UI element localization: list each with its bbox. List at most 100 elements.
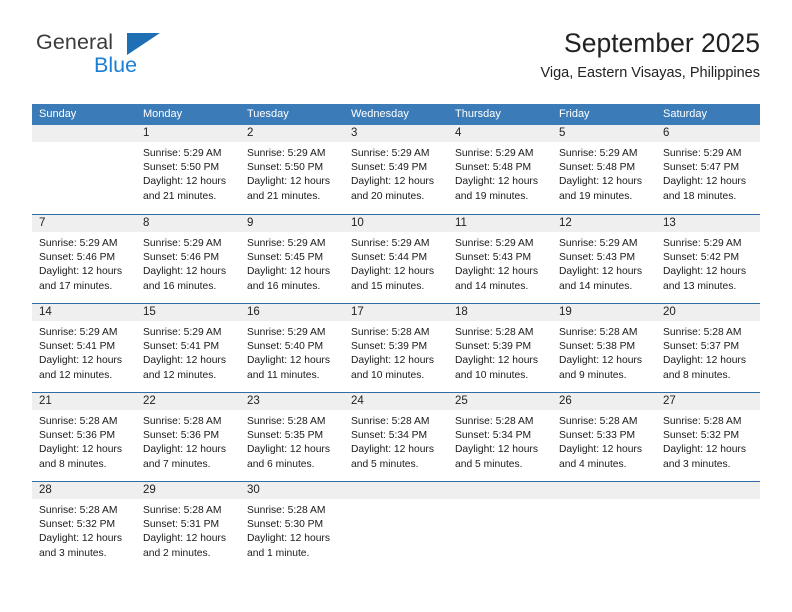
day-cell[interactable]: 11 Sunrise: 5:29 AM Sunset: 5:43 PM Dayligh…	[448, 215, 552, 303]
day-cell[interactable]: 4 Sunrise: 5:29 AM Sunset: 5:48 PM Daylight…	[448, 125, 552, 214]
day-details: Sunrise: 5:28 AM Sunset: 5:33 PM Daylight:…	[552, 410, 656, 472]
daylight-text-line1: Daylight: 12 hours	[247, 176, 330, 188]
day-details: Sunrise: 5:29 AM Sunset: 5:49 PM Daylight:…	[344, 142, 448, 204]
day-cell[interactable]: 29 Sunrise: 5:28 AM Sunset: 5:31 PM Dayligh…	[136, 482, 240, 570]
daylight-text-line1: Daylight: 12 hours	[559, 176, 642, 188]
daylight-text-line2: and 8 minutes.	[39, 458, 107, 470]
day-details: Sunrise: 5:29 AM Sunset: 5:46 PM Daylight:…	[32, 232, 136, 294]
daylight-text-line2: and 17 minutes.	[39, 280, 113, 292]
sunset-text: Sunset: 5:37 PM	[663, 341, 740, 353]
day-cell[interactable]: 20 Sunrise: 5:28 AM Sunset: 5:37 PM Dayligh…	[656, 304, 760, 392]
day-details: Sunrise: 5:29 AM Sunset: 5:50 PM Daylight:…	[240, 142, 344, 204]
sunset-text: Sunset: 5:47 PM	[663, 162, 740, 174]
day-details: Sunrise: 5:29 AM Sunset: 5:46 PM Daylight:…	[136, 232, 240, 294]
day-details: Sunrise: 5:29 AM Sunset: 5:47 PM Daylight:…	[656, 142, 760, 204]
day-cell[interactable]: 16 Sunrise: 5:29 AM Sunset: 5:40 PM Dayligh…	[240, 304, 344, 392]
day-details: Sunrise: 5:28 AM Sunset: 5:35 PM Daylight:…	[240, 410, 344, 472]
sunrise-text: Sunrise: 5:29 AM	[39, 327, 118, 338]
day-number-band: 5	[552, 125, 656, 142]
day-cell[interactable]: 28 Sunrise: 5:28 AM Sunset: 5:32 PM Dayligh…	[32, 482, 136, 570]
day-cell[interactable]: 2 Sunrise: 5:29 AM Sunset: 5:50 PM Daylight…	[240, 125, 344, 214]
daylight-text-line1: Daylight: 12 hours	[143, 355, 226, 367]
day-details: Sunrise: 5:29 AM Sunset: 5:43 PM Daylight:…	[448, 232, 552, 294]
day-number: 1	[143, 127, 150, 139]
day-cell[interactable]: 8 Sunrise: 5:29 AM Sunset: 5:46 PM Daylight…	[136, 215, 240, 303]
daylight-text-line2: and 1 minute.	[247, 547, 310, 559]
day-cell[interactable]: 9 Sunrise: 5:29 AM Sunset: 5:45 PM Daylight…	[240, 215, 344, 303]
day-number-band: 10	[344, 215, 448, 232]
day-number: 9	[247, 217, 254, 229]
day-cell[interactable]: 10 Sunrise: 5:29 AM Sunset: 5:44 PM Dayligh…	[344, 215, 448, 303]
day-number-band	[344, 482, 448, 499]
day-cell[interactable]: 27 Sunrise: 5:28 AM Sunset: 5:32 PM Dayligh…	[656, 393, 760, 481]
day-number-band	[656, 482, 760, 499]
daylight-text-line1: Daylight: 12 hours	[143, 533, 226, 545]
daylight-text-line1: Daylight: 12 hours	[247, 444, 330, 456]
day-cell[interactable]: 15 Sunrise: 5:29 AM Sunset: 5:41 PM Dayligh…	[136, 304, 240, 392]
daylight-text-line2: and 9 minutes.	[559, 369, 627, 381]
daylight-text-line2: and 21 minutes.	[247, 190, 321, 202]
day-cell[interactable]: 22 Sunrise: 5:28 AM Sunset: 5:36 PM Dayligh…	[136, 393, 240, 481]
day-number: 17	[351, 306, 364, 318]
day-cell[interactable]: 13 Sunrise: 5:29 AM Sunset: 5:42 PM Dayligh…	[656, 215, 760, 303]
day-details: Sunrise: 5:29 AM Sunset: 5:41 PM Daylight:…	[32, 321, 136, 383]
daylight-text-line1: Daylight: 12 hours	[559, 355, 642, 367]
logo-text-general: General	[36, 30, 114, 54]
calendar-week-row: 21 Sunrise: 5:28 AM Sunset: 5:36 PM Dayligh…	[32, 392, 760, 481]
day-cell[interactable]: 19 Sunrise: 5:28 AM Sunset: 5:38 PM Dayligh…	[552, 304, 656, 392]
day-cell[interactable]: 3 Sunrise: 5:29 AM Sunset: 5:49 PM Daylight…	[344, 125, 448, 214]
day-cell[interactable]: 6 Sunrise: 5:29 AM Sunset: 5:47 PM Daylight…	[656, 125, 760, 214]
daylight-text-line1: Daylight: 12 hours	[455, 444, 538, 456]
general-blue-logo[interactable]: General Blue	[32, 30, 242, 88]
day-number: 26	[559, 395, 572, 407]
day-cell[interactable]: 25 Sunrise: 5:28 AM Sunset: 5:34 PM Dayligh…	[448, 393, 552, 481]
day-number-band: 26	[552, 393, 656, 410]
day-cell[interactable]: 30 Sunrise: 5:28 AM Sunset: 5:30 PM Dayligh…	[240, 482, 344, 570]
daylight-text-line2: and 16 minutes.	[247, 280, 321, 292]
day-number-band: 4	[448, 125, 552, 142]
day-number-band: 2	[240, 125, 344, 142]
calendar-week-row: 1 Sunrise: 5:29 AM Sunset: 5:50 PM Daylight…	[32, 125, 760, 214]
sunset-text: Sunset: 5:36 PM	[39, 430, 116, 442]
daylight-text-line1: Daylight: 12 hours	[247, 355, 330, 367]
sunset-text: Sunset: 5:43 PM	[559, 252, 636, 264]
daylight-text-line2: and 5 minutes.	[455, 458, 523, 470]
day-number-band: 12	[552, 215, 656, 232]
daylight-text-line2: and 5 minutes.	[351, 458, 419, 470]
day-cell[interactable]: 23 Sunrise: 5:28 AM Sunset: 5:35 PM Dayligh…	[240, 393, 344, 481]
day-details	[448, 499, 552, 504]
day-number-band: 16	[240, 304, 344, 321]
day-cell[interactable]: 26 Sunrise: 5:28 AM Sunset: 5:33 PM Dayligh…	[552, 393, 656, 481]
day-number-band: 25	[448, 393, 552, 410]
day-cell[interactable]: 14 Sunrise: 5:29 AM Sunset: 5:41 PM Dayligh…	[32, 304, 136, 392]
daylight-text-line1: Daylight: 12 hours	[351, 266, 434, 278]
day-cell[interactable]: 17 Sunrise: 5:28 AM Sunset: 5:39 PM Dayligh…	[344, 304, 448, 392]
day-cell[interactable]: 5 Sunrise: 5:29 AM Sunset: 5:48 PM Daylight…	[552, 125, 656, 214]
day-number: 25	[455, 395, 468, 407]
day-cell[interactable]: 18 Sunrise: 5:28 AM Sunset: 5:39 PM Dayligh…	[448, 304, 552, 392]
day-number-band: 8	[136, 215, 240, 232]
day-number-band: 22	[136, 393, 240, 410]
calendar-weeks: 1 Sunrise: 5:29 AM Sunset: 5:50 PM Daylight…	[32, 125, 760, 570]
sunset-text: Sunset: 5:44 PM	[351, 252, 428, 264]
day-cell[interactable]: 12 Sunrise: 5:29 AM Sunset: 5:43 PM Dayligh…	[552, 215, 656, 303]
day-number-band: 3	[344, 125, 448, 142]
day-details: Sunrise: 5:28 AM Sunset: 5:36 PM Daylight:…	[32, 410, 136, 472]
sunset-text: Sunset: 5:35 PM	[247, 430, 324, 442]
sunrise-text: Sunrise: 5:28 AM	[143, 416, 222, 427]
sunset-text: Sunset: 5:48 PM	[559, 162, 636, 174]
day-cell[interactable]: 1 Sunrise: 5:29 AM Sunset: 5:50 PM Daylight…	[136, 125, 240, 214]
daylight-text-line1: Daylight: 12 hours	[455, 266, 538, 278]
day-cell[interactable]: 21 Sunrise: 5:28 AM Sunset: 5:36 PM Dayligh…	[32, 393, 136, 481]
calendar-week-row: 7 Sunrise: 5:29 AM Sunset: 5:46 PM Daylight…	[32, 214, 760, 303]
day-number: 14	[39, 306, 52, 318]
daylight-text-line2: and 13 minutes.	[663, 280, 737, 292]
day-number: 3	[351, 127, 358, 139]
day-cell[interactable]: 24 Sunrise: 5:28 AM Sunset: 5:34 PM Dayligh…	[344, 393, 448, 481]
daylight-text-line2: and 21 minutes.	[143, 190, 217, 202]
weekday-header-row: Sunday Monday Tuesday Wednesday Thursday Frid…	[32, 104, 760, 125]
day-details: Sunrise: 5:28 AM Sunset: 5:38 PM Daylight:…	[552, 321, 656, 383]
day-details: Sunrise: 5:29 AM Sunset: 5:42 PM Daylight:…	[656, 232, 760, 294]
day-cell[interactable]: 7 Sunrise: 5:29 AM Sunset: 5:46 PM Daylight…	[32, 215, 136, 303]
day-details: Sunrise: 5:28 AM Sunset: 5:31 PM Daylight:…	[136, 499, 240, 561]
